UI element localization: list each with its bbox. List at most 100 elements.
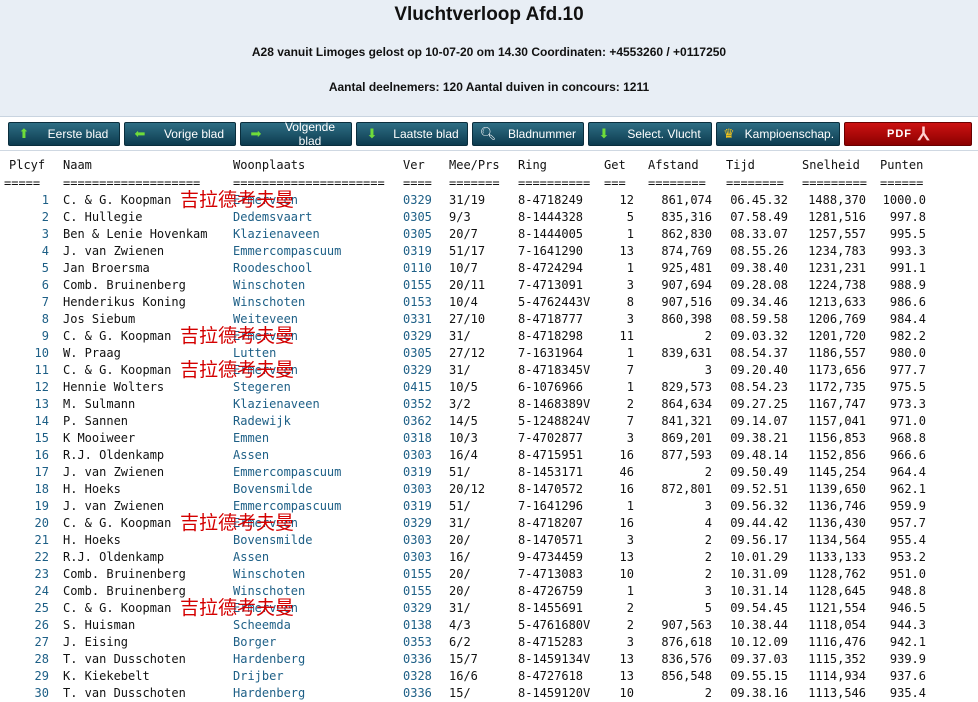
cell-place: 10 [34,346,49,360]
pdf-button[interactable]: PDF ⅄ [844,122,972,146]
cell-distance: 907,563 [661,618,712,632]
cell-speed: 1213,633 [808,295,866,309]
cell-residence[interactable]: Bovensmilde [233,532,312,549]
cell-residence[interactable]: Borger [233,634,276,651]
table-row: 5 Jan Broersma Roodeschool 0110 10/7 8-472429… [0,260,978,277]
cell-club: 0305 [403,227,432,241]
select-flight-button[interactable]: ⬇ Select. Vlucht [588,122,712,146]
cell-entries: 20/ [449,584,471,598]
cell-distance: 872,801 [661,482,712,496]
cell-residence[interactable]: Klazienaveen [233,396,320,413]
cell-time: 09.38.21 [730,431,788,445]
underline-place: ===== [4,176,41,190]
cell-residence[interactable]: Emmercompascuum [233,243,341,260]
first-page-button[interactable]: ⬆ Eerste blad [8,122,120,146]
cell-residence[interactable]: Assen [233,447,269,464]
cell-marked: 1 [626,380,634,394]
cell-time: 10.12.09 [730,635,788,649]
cell-speed: 1145,254 [808,465,866,479]
cell-residence[interactable]: Drijber [233,668,284,685]
cell-entries: 10/5 [449,380,478,394]
cell-speed: 1157,041 [808,414,866,428]
cell-speed: 1172,735 [808,380,866,394]
cell-residence[interactable]: Hardenberg [233,685,305,702]
cell-residence[interactable]: Roodeschool [233,260,312,277]
cell-club: 0331 [403,312,432,326]
cell-points: 959.9 [889,499,926,513]
cell-club: 0353 [403,635,432,649]
cell-name: J. Eising [63,635,129,649]
cell-residence[interactable]: Winschoten [233,566,305,583]
next-page-button[interactable]: ➡ Volgende blad [240,120,352,148]
cell-name: Comb. Bruinenberg [63,278,186,292]
cell-residence[interactable]: Radewijk [233,413,291,430]
cell-residence[interactable]: Winschoten [233,294,305,311]
cell-residence[interactable]: Scheemda [233,617,291,634]
cell-points: 955.4 [889,533,926,547]
cell-residence[interactable]: Assen [233,549,269,566]
cell-name: P. Sannen [63,414,129,428]
cell-ring: 5-1248824V [518,414,591,428]
table-row: 2 C. Hullegie Dedemsvaart 0305 9/3 8-1444328 5… [0,209,978,226]
cell-ring: 5-4762443V [518,295,591,309]
cell-marked: 12 [619,193,634,207]
cell-speed: 1231,231 [808,261,866,275]
cell-ring: 8-4718777 [518,312,584,326]
cell-club: 0319 [403,499,432,513]
cell-entries: 27/10 [449,312,486,326]
pdf-label: PDF [887,128,912,140]
cell-place: 15 [34,431,49,445]
cell-points: 939.9 [889,652,926,666]
cell-marked: 13 [619,669,634,683]
cell-club: 0138 [403,618,432,632]
cell-marked: 2 [626,601,634,615]
cell-marked: 3 [626,431,634,445]
table-row: 20 C. & G. Koopman Ermerveen 0329 31/8-47182… [0,515,978,532]
cell-points: 944.3 [889,618,926,632]
header-name: Naam [63,158,92,172]
cell-ring: 8-1453171 [518,465,584,479]
cell-club: 0303 [403,482,432,496]
cell-name: Jan Broersma [63,261,150,275]
cell-marked: 5 [626,210,634,224]
cell-residence[interactable]: Dedemsvaart [233,209,312,226]
cell-time: 10.31.09 [730,567,788,581]
cell-name: T. van Dusschoten [63,686,186,700]
page-number-button[interactable]: 🔍︎ Bladnummer [472,122,584,146]
cell-residence[interactable]: Emmercompascuum [233,464,341,481]
cell-name: R.J. Oldenkamp [63,550,165,564]
cell-name: Jos Siebum [63,312,136,326]
cell-entries: 51/17 [449,244,486,258]
cell-residence[interactable]: Winschoten [233,277,305,294]
cell-residence[interactable]: Emmen [233,430,269,447]
cell-time: 09.56.17 [730,533,788,547]
championship-button[interactable]: ♛ Kampioenschap. [716,122,840,146]
previous-page-button[interactable]: ⬅ Vorige blad [124,122,236,146]
last-page-button[interactable]: ⬇ Laatste blad [356,122,468,146]
cell-place: 20 [34,516,49,530]
cell-points: 964.4 [889,465,926,479]
cell-residence[interactable]: Hardenberg [233,651,305,668]
cell-distance: 876,618 [661,635,712,649]
cell-club: 0329 [403,329,432,343]
cell-speed: 1128,645 [808,584,866,598]
cell-club: 0329 [403,516,432,530]
cell-distance: 835,316 [661,210,712,224]
cell-time: 08.55.26 [730,244,788,258]
cell-residence[interactable]: Stegeren [233,379,291,396]
cell-entries: 31/ [449,516,471,530]
cell-points: 980.0 [889,346,926,360]
table-underline-row: ===== =================== ================… [0,175,978,192]
cell-speed: 1173,656 [808,363,866,377]
cell-residence[interactable]: Klazienaveen [233,226,320,243]
cell-points: 937.6 [889,669,926,683]
cell-distance: 836,576 [661,652,712,666]
cell-ring: 8-1468389V [518,397,591,411]
cell-time: 09.56.32 [730,499,788,513]
cell-points: 988.9 [889,278,926,292]
cell-name: C. Hullegie [63,210,143,224]
cell-residence[interactable]: Bovensmilde [233,481,312,498]
cell-distance: 2 [704,567,712,581]
cell-name: C. & G. Koopman [63,329,172,343]
cell-speed: 1134,564 [808,533,866,547]
